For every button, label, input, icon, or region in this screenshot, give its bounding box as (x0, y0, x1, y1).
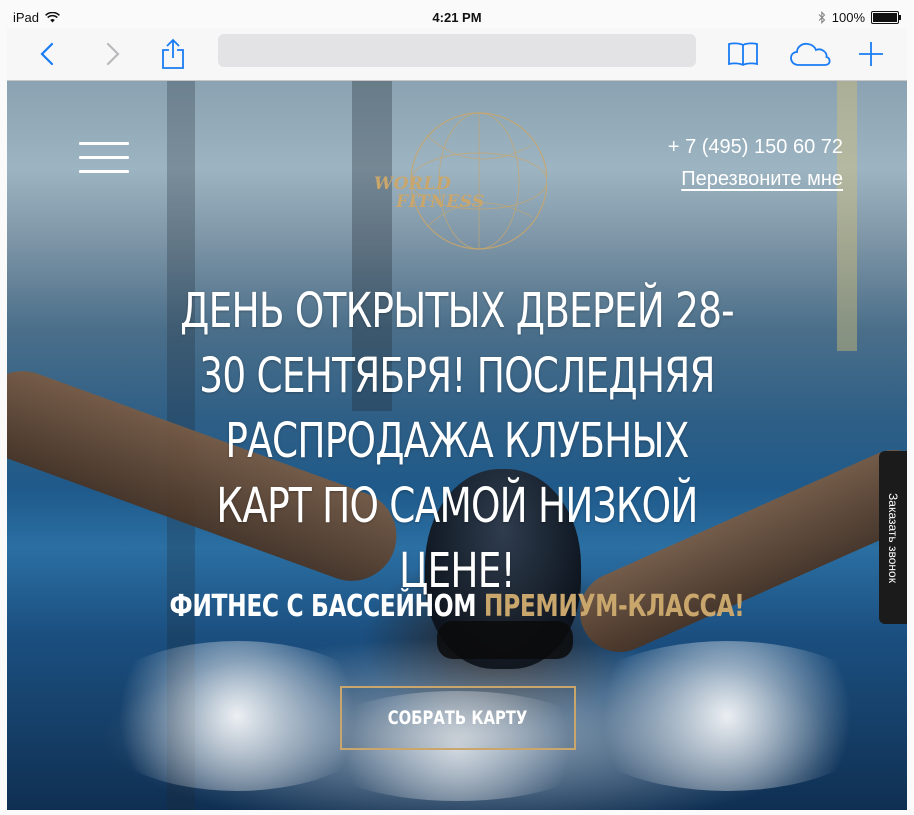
forward-button[interactable] (95, 36, 131, 72)
cloud-icon (790, 42, 831, 66)
plus-icon (859, 42, 883, 66)
subline-gold-part: премиум-класса! (483, 589, 745, 624)
book-icon (728, 42, 758, 67)
menu-line (79, 142, 129, 145)
menu-button[interactable] (79, 139, 129, 179)
hero-headline: День открытых дверей 28-30 сентября! Пос… (180, 283, 735, 599)
back-button[interactable] (29, 36, 65, 72)
hero-section: WORLD FITNESS + 7 (495) 150 60 72 Перезв… (7, 81, 907, 810)
logo-line-1: WORLD (374, 174, 452, 194)
chevron-left-icon (40, 42, 54, 66)
new-tab-button[interactable] (853, 36, 889, 72)
world-fitness-logo[interactable]: WORLD FITNESS (367, 105, 547, 255)
callback-link[interactable]: Перезвоните мне (681, 168, 843, 191)
clock: 4:21 PM (432, 10, 482, 25)
status-bar: iPad 4:21 PM 100% (7, 4, 907, 30)
logo-line-2: FITNESS (396, 192, 485, 212)
hero-subline: Фитнес с бассейном премиум-класса! (153, 589, 761, 624)
status-right: 100% (818, 10, 901, 25)
bluetooth-icon (818, 11, 826, 24)
share-button[interactable] (155, 36, 191, 72)
chevron-right-icon (106, 42, 120, 66)
browser-toolbar (7, 28, 907, 81)
swimmer-goggles (437, 621, 573, 659)
menu-line (79, 170, 129, 173)
water-splash (567, 641, 887, 791)
battery-percent: 100% (831, 10, 865, 25)
address-bar[interactable] (218, 34, 696, 67)
share-icon (162, 38, 184, 69)
order-call-tab[interactable]: Заказать звонок (879, 451, 907, 624)
bookmarks-button[interactable] (725, 36, 761, 72)
logo-wordmark: WORLD FITNESS (374, 175, 485, 211)
ipad-screen: iPad 4:21 PM 100% WORLD FITNESS + 7 (495… (0, 0, 914, 815)
menu-line (79, 156, 129, 159)
subline-white-part: Фитнес с бассейном (169, 589, 484, 624)
background-pillar (837, 81, 857, 351)
battery-icon (871, 11, 901, 24)
order-call-label: Заказать звонок (886, 492, 900, 583)
collect-card-button[interactable]: Собрать карту (340, 686, 576, 750)
phone-number[interactable]: + 7 (495) 150 60 72 (668, 136, 843, 159)
icloud-tabs-button[interactable] (785, 36, 835, 72)
cta-label: Собрать карту (388, 707, 528, 729)
